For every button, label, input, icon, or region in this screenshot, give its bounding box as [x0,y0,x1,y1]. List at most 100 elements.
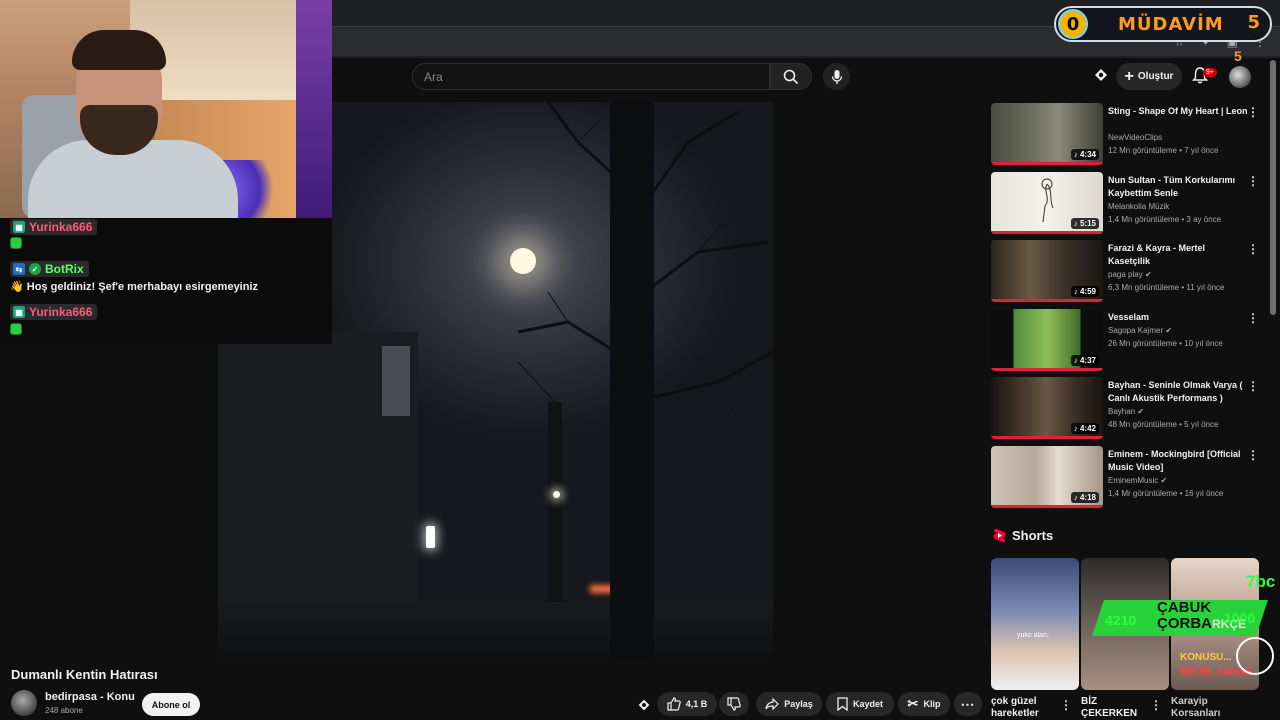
screen: ☆ ✦ ▣ ⋮ 0 MÜDAVİM 5 5 + Oluştur 9+ [0,0,1280,720]
chat-text: Hoş geldiniz! Şef'e merhabayı esirgemeyi… [26,281,259,293]
search-button[interactable] [770,63,812,90]
recommendation-meta: 48 Mn görüntüleme • 5 yıl önce [1108,420,1219,429]
more-options-icon[interactable]: ⋮ [1247,311,1259,325]
microphone-icon [831,69,842,84]
search-box [412,63,770,90]
thumbs-up-icon [667,697,681,711]
recommendation-channel[interactable]: paga play ✔ [1108,270,1152,279]
recommendation-title[interactable]: Vesselam [1108,311,1248,324]
more-options-icon[interactable]: ⋮ [1247,242,1259,256]
chat-emote-icon [10,323,22,335]
bookmark-icon [837,697,848,711]
wave-icon: 👋 [10,281,24,293]
short-title[interactable]: BİZ ÇEKERKEN [1081,696,1151,720]
more-options-icon[interactable]: ⋮ [1247,174,1259,188]
duration-badge: ♪ 4:59 [1070,286,1099,297]
short-title[interactable]: Karayip Korsanları [1171,696,1231,720]
plus-icon: + [1124,67,1134,85]
dislike-button[interactable] [719,692,749,716]
channel-name[interactable]: bedirpasa - Konu [45,691,135,703]
video-thumbnail[interactable]: ♪ 4:42 [991,377,1103,439]
recommendation-item[interactable]: ♪ 4:37 Vesselam Sagopa Kajmer ✔ 26 Mn gö… [991,309,1261,375]
chat-message: ⇆ ✓ BotRix [10,261,89,277]
voice-search-button[interactable] [823,63,850,90]
recommendation-channel[interactable]: EminemMusic ✔ [1108,476,1167,485]
duration-badge: ♪ 4:34 [1070,149,1099,160]
video-thumbnail[interactable]: ♪ 4:18 [991,446,1103,508]
recommendation-item[interactable]: ♪ 5:15 Nun Sultan - Tüm Korkularımı Kayb… [991,172,1261,238]
search-input[interactable] [413,64,769,89]
chat-badge-icon: ▦ [13,306,25,318]
verified-icon: ✔ [1160,476,1168,485]
video-thumbnail[interactable]: ♪ 4:59 [991,240,1103,302]
save-button[interactable]: Kaydet [826,692,894,716]
watch-progress [991,162,1103,165]
mudavim-badge: 0 MÜDAVİM 5 [1054,6,1272,42]
video-title: Dumanlı Kentin Hatırası [11,667,158,682]
recommendation-item[interactable]: ♪ 4:34 Sting - Shape Of My Heart | Leon … [991,103,1261,169]
recommendation-item[interactable]: ♪ 4:59 Farazi & Kayra - Mertel Kasetçili… [991,240,1261,306]
account-avatar[interactable] [1229,66,1251,88]
ask-button[interactable] [636,697,652,713]
verified-icon: ✔ [1165,326,1173,335]
recommendation-title[interactable]: Nun Sultan - Tüm Korkularımı Kaybettim S… [1108,174,1248,200]
more-options-icon[interactable]: ⋮ [1247,379,1259,393]
subscribe-button[interactable]: Abone ol [142,693,200,716]
badge-level: 0 [1058,9,1088,39]
cast-button[interactable] [1092,66,1110,84]
video-thumbnail[interactable]: ♪ 5:15 [991,172,1103,234]
recommendation-title[interactable]: Farazi & Kayra - Mertel Kasetçilik [1108,242,1248,268]
create-label: Oluştur [1137,71,1174,82]
stream-corner-text: 7bc [1246,572,1276,591]
chat-username: Yurinka666 [29,220,93,234]
like-button[interactable]: 4,1 B [657,692,717,716]
badge-sub-count: 5 [1234,48,1242,64]
more-options-icon[interactable]: ⋮ [1247,105,1259,119]
clip-button[interactable]: ✂ Klip [898,692,950,716]
recommendation-item[interactable]: ♪ 4:18 Eminem - Mockingbird [Official Mu… [991,446,1261,512]
recommendation-channel[interactable]: Sagopa Kajmer ✔ [1108,326,1172,335]
recommendation-meta: 1,4 Mr görüntüleme • 16 yıl önce [1108,489,1224,498]
more-options-icon[interactable]: ⋮ [1247,448,1259,462]
video-thumbnail[interactable]: ♪ 4:37 [991,309,1103,371]
recommendation-channel[interactable]: Bayhan ✔ [1108,407,1144,416]
badge-count: 5 [1247,12,1260,33]
recommendation-meta: 26 Mn görüntüleme • 10 yıl önce [1108,339,1223,348]
stream-circle-icon [1236,637,1274,675]
recommendation-item[interactable]: ♪ 4:42 Bayhan - Seninle Olmak Varya ( Ca… [991,377,1261,443]
more-icon: ⋯ [960,695,976,712]
channel-avatar[interactable] [11,690,37,716]
recommendation-title[interactable]: Sting - Shape Of My Heart | Leon [1108,105,1248,118]
save-label: Kaydet [852,699,883,709]
chat-emote-icon [10,237,22,249]
scissors-icon: ✂ [907,696,919,711]
recommendation-title[interactable]: Bayhan - Seninle Olmak Varya ( Canlı Aku… [1108,379,1248,405]
watch-progress [991,368,1103,371]
more-actions-button[interactable]: ⋯ [954,692,982,716]
short-title[interactable]: çok güzel hareketler [991,696,1061,720]
chat-badge-icon: ⇆ [13,263,25,275]
create-button[interactable]: + Oluştur [1116,63,1182,90]
verified-icon: ✔ [1144,270,1152,279]
recommendation-channel[interactable]: NewVideoClips [1108,133,1162,142]
more-options-icon[interactable]: ⋮ [1150,698,1162,712]
sidebar-scrollbar[interactable] [1270,60,1276,315]
sparkle-icon [1095,69,1107,81]
duration-badge: ♪ 5:15 [1070,218,1099,229]
short-thumbnail[interactable]: yuko alan, [991,558,1079,690]
video-thumbnail[interactable]: ♪ 4:34 [991,103,1103,165]
verified-icon: ✔ [1137,407,1145,416]
more-options-icon[interactable]: ⋮ [1060,698,1072,712]
recommendation-channel[interactable]: Melankolia Müzik [1108,202,1169,211]
webcam-person-hair [72,30,166,70]
recommendation-meta: 6,3 Mn görüntüleme • 11 yıl önce [1108,283,1225,292]
watch-progress [991,299,1103,302]
notification-count-badge: 9+ [1203,68,1217,77]
shorts-header: Shorts [993,528,1053,543]
share-button[interactable]: Paylaş [756,692,822,716]
chat-username: BotRix [45,262,84,276]
like-count: 4,1 B [685,699,708,709]
recommendation-title[interactable]: Eminem - Mockingbird [Official Music Vid… [1108,448,1248,474]
badge-label: MÜDAVİM [1118,13,1224,35]
search-icon [783,69,799,84]
